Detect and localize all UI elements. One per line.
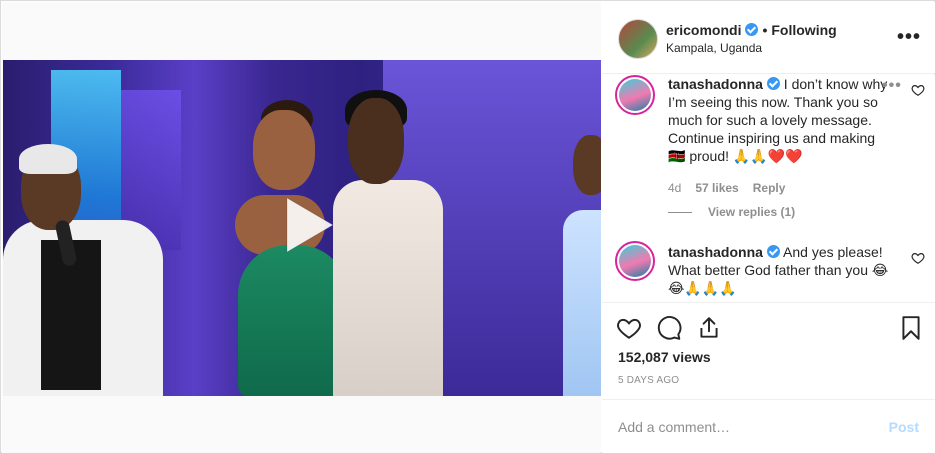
reply-button[interactable]: Reply [753,181,786,195]
video-figure [333,180,443,396]
comment-text: tanashadonna And yes please! What better… [668,243,896,297]
share-icon[interactable] [696,315,722,341]
comment-username[interactable]: tanashadonna [668,76,763,92]
avatar[interactable] [615,75,655,115]
more-options-icon[interactable]: ••• [897,26,921,49]
play-icon[interactable] [273,192,339,258]
video-player[interactable] [3,60,601,396]
post-comment-button[interactable]: Post [889,419,919,435]
video-figure [573,135,601,195]
location-link[interactable]: Kampala, Uganda [666,41,762,55]
avatar-image [619,79,651,111]
avatar-image [619,245,651,277]
username-link[interactable]: ericomondi [666,22,741,38]
comment-icon[interactable] [656,315,682,341]
comment-input[interactable]: Add a comment… [618,419,730,435]
following-button[interactable]: Following [771,22,836,38]
comment-more-icon[interactable]: ••• [882,77,902,95]
heart-icon[interactable] [616,315,642,341]
video-figure [19,144,77,174]
bookmark-icon[interactable] [898,315,924,341]
view-replies-label: View replies (1) [708,205,796,219]
media-panel [2,2,601,453]
comment-text: tanashadonna I don’t know why I’m seeing… [668,75,896,165]
comments-list[interactable]: tanashadonna I don’t know why I’m seeing… [602,75,935,302]
verified-badge-icon [766,245,780,258]
post-header: ericomondi • Following Kampala, Uganda ••• [602,2,935,74]
video-figure [253,110,315,190]
comment-meta: 4d 57 likes Reply [668,181,785,195]
comment-likes[interactable]: 57 likes [695,181,738,195]
post-actions: 152,087 views 5 DAYS AGO [602,302,935,399]
separator-dot: • [762,22,768,38]
comment-heart-icon[interactable] [911,83,925,97]
view-replies-button[interactable]: View replies (1) [668,205,795,219]
comment-age[interactable]: 4d [668,181,681,195]
comment-username[interactable]: tanashadonna [668,244,763,260]
video-figure [238,245,348,396]
add-comment-bar: Add a comment… Post [602,399,935,453]
post-author: ericomondi • Following [666,22,837,38]
avatar[interactable] [615,241,655,281]
post-date[interactable]: 5 DAYS AGO [618,375,679,386]
post-container: ericomondi • Following Kampala, Uganda •••… [0,0,935,453]
view-count[interactable]: 152,087 views [618,349,711,365]
video-figure [563,210,601,396]
comment-heart-icon[interactable] [911,251,925,265]
verified-badge-icon [745,23,759,36]
avatar[interactable] [618,19,658,59]
verified-badge-icon [766,77,780,90]
video-figure [348,98,404,184]
